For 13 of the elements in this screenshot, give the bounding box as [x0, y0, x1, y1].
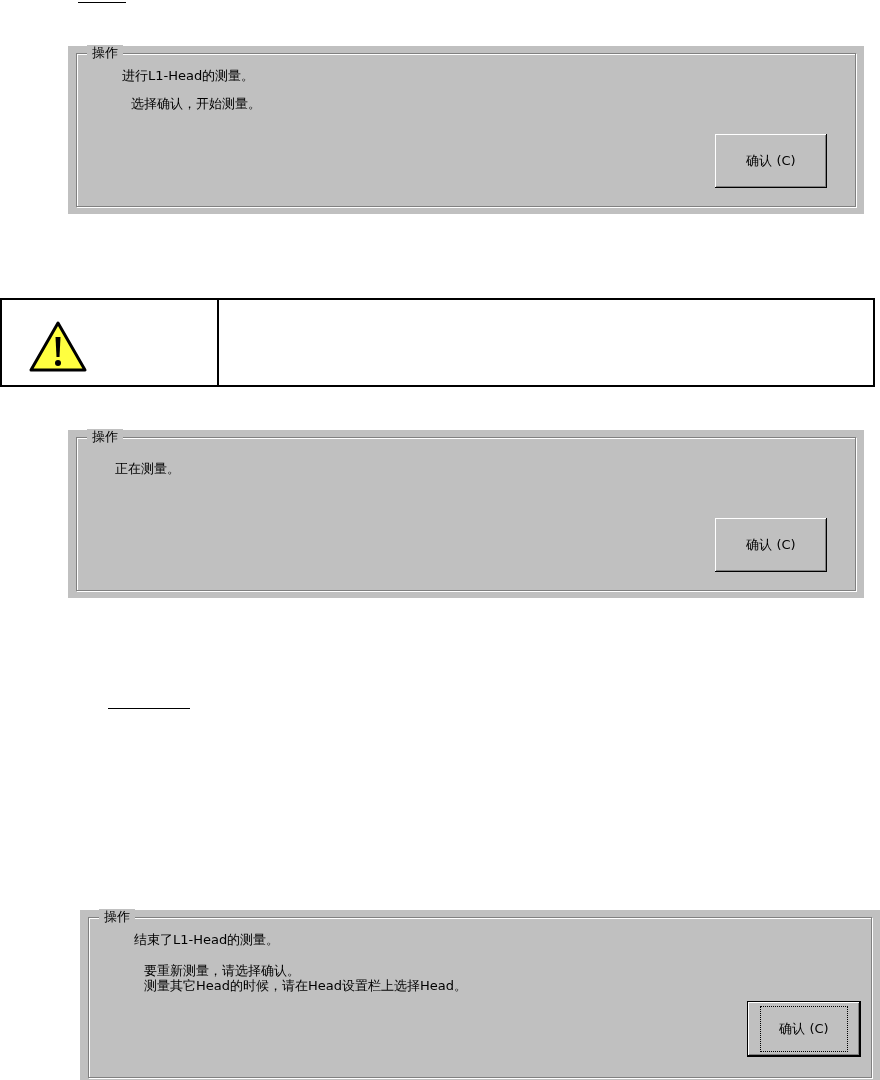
- message-text: 进行L1-Head的测量。: [122, 68, 255, 83]
- group-title: 操作: [99, 909, 135, 925]
- group-title: 操作: [87, 45, 123, 61]
- confirm-button[interactable]: 确认 (C): [747, 1001, 861, 1057]
- message-text: 要重新测量，请选择确认。: [144, 963, 300, 978]
- message-text: 测量其它Head的时候，请在Head设置栏上选择Head。: [144, 978, 467, 993]
- message-text: 正在测量。: [115, 461, 180, 476]
- message-text: 选择确认，开始测量。: [131, 96, 261, 111]
- group-title: 操作: [87, 429, 123, 445]
- message-text: 结束了L1-Head的测量。: [134, 932, 280, 947]
- confirm-button[interactable]: 确认 (C): [715, 518, 827, 572]
- confirm-button[interactable]: 确认 (C): [715, 134, 827, 188]
- warning-icon: [28, 319, 88, 374]
